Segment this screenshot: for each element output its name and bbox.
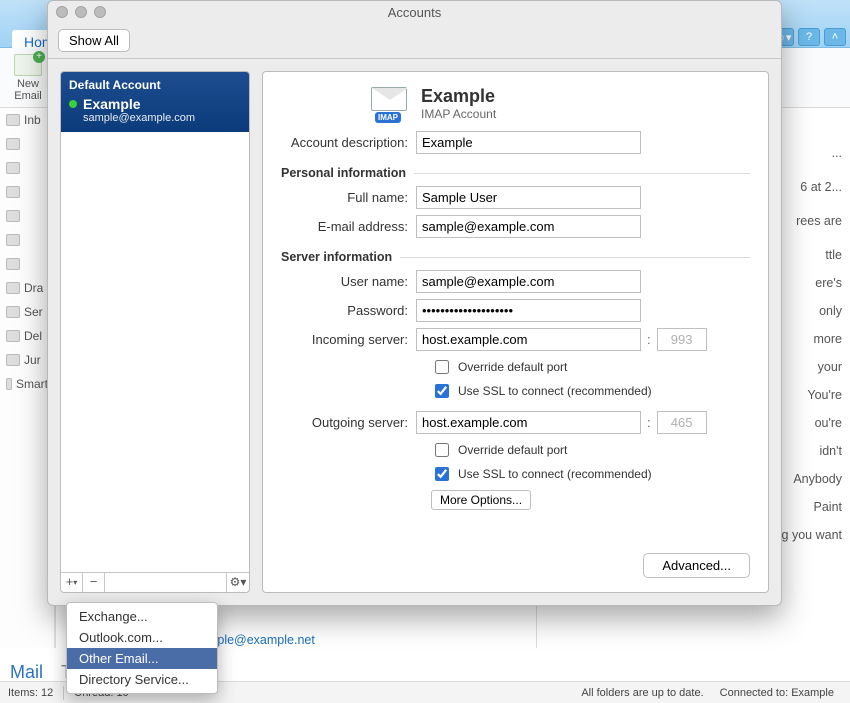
fullname-input[interactable] bbox=[416, 186, 641, 209]
sidebar-folder[interactable] bbox=[0, 156, 54, 180]
folder-icon bbox=[6, 306, 20, 318]
add-account-menu: Exchange...Outlook.com...Other Email...D… bbox=[66, 602, 218, 694]
account-description-input[interactable] bbox=[416, 131, 641, 154]
folder-icon bbox=[6, 378, 12, 390]
sidebar-folder[interactable]: Dra bbox=[0, 276, 54, 300]
new-email-button[interactable]: New Email bbox=[6, 54, 50, 102]
detail-account-type: IMAP Account bbox=[421, 107, 496, 121]
account-actions-spacer bbox=[105, 573, 227, 592]
incoming-ssl-checkbox[interactable] bbox=[435, 384, 449, 398]
help-question-icon[interactable]: ? bbox=[798, 28, 820, 46]
label-description: Account description: bbox=[281, 135, 416, 150]
incoming-override-label: Override default port bbox=[458, 360, 567, 374]
account-name: Example bbox=[83, 96, 195, 112]
folder-icon bbox=[6, 258, 20, 270]
accounts-list: Default Account Example sample@example.c… bbox=[60, 71, 250, 593]
outgoing-ssl-label: Use SSL to connect (recommended) bbox=[458, 467, 652, 481]
sidebar-folder[interactable] bbox=[0, 252, 54, 276]
outgoing-override-checkbox[interactable] bbox=[435, 443, 449, 457]
account-detail-panel: IMAP Example IMAP Account Account descri… bbox=[262, 71, 769, 593]
username-input[interactable] bbox=[416, 270, 641, 293]
folder-icon bbox=[6, 162, 20, 174]
outgoing-override-label: Override default port bbox=[458, 443, 567, 457]
ribbon-help-group: ☺▾ ? ˄ bbox=[772, 28, 846, 46]
more-options-button[interactable]: More Options... bbox=[431, 490, 531, 510]
minimize-button[interactable] bbox=[75, 6, 87, 18]
outgoing-port-input[interactable] bbox=[657, 411, 707, 434]
imap-badge: IMAP bbox=[375, 112, 401, 123]
close-button[interactable] bbox=[56, 6, 68, 18]
status-dot-icon bbox=[69, 100, 77, 108]
status-sync: All folders are up to date. bbox=[581, 687, 703, 699]
outgoing-server-input[interactable] bbox=[416, 411, 641, 434]
folder-icon bbox=[6, 114, 20, 126]
add-account-button[interactable]: +▾ bbox=[61, 573, 83, 592]
sidebar-folder[interactable] bbox=[0, 204, 54, 228]
tab-mail[interactable]: Mail bbox=[10, 662, 43, 683]
sidebar-folder[interactable] bbox=[0, 228, 54, 252]
folder-icon bbox=[6, 282, 20, 294]
outgoing-ssl-checkbox[interactable] bbox=[435, 467, 449, 481]
folder-icon bbox=[6, 186, 20, 198]
window-titlebar: Accounts bbox=[48, 1, 781, 23]
status-items: Items: 12 bbox=[8, 687, 53, 699]
section-server: Server information bbox=[281, 250, 750, 264]
sidebar-folder[interactable] bbox=[0, 180, 54, 204]
folder-icon bbox=[6, 138, 20, 150]
email-input[interactable] bbox=[416, 215, 641, 238]
zoom-button[interactable] bbox=[94, 6, 106, 18]
mail-icon: IMAP bbox=[371, 87, 411, 121]
account-list-empty-area bbox=[61, 132, 249, 572]
show-all-button[interactable]: Show All bbox=[58, 29, 130, 52]
folder-icon bbox=[6, 210, 20, 222]
new-email-icon bbox=[14, 54, 42, 76]
label-username: User name: bbox=[281, 274, 416, 289]
window-toolbar: Show All bbox=[48, 23, 781, 59]
label-password: Password: bbox=[281, 303, 416, 318]
sidebar-folder[interactable]: Del bbox=[0, 324, 54, 348]
sidebar-folder[interactable]: Ser bbox=[0, 300, 54, 324]
detail-header: IMAP Example IMAP Account bbox=[281, 86, 750, 121]
incoming-override-checkbox[interactable] bbox=[435, 360, 449, 374]
folder-icon bbox=[6, 234, 20, 246]
password-input[interactable] bbox=[416, 299, 641, 322]
label-incoming: Incoming server: bbox=[281, 332, 416, 347]
add-account-menu-item[interactable]: Exchange... bbox=[67, 606, 217, 627]
sidebar-folder[interactable]: Inb bbox=[0, 108, 54, 132]
ribbon-collapse-icon[interactable]: ˄ bbox=[824, 28, 846, 46]
add-account-menu-item[interactable]: Other Email... bbox=[67, 648, 217, 669]
status-connection: Connected to: Example bbox=[720, 687, 834, 699]
remove-account-button[interactable]: − bbox=[83, 573, 105, 592]
accounts-window: Accounts Show All Default Account Exampl… bbox=[47, 0, 782, 606]
section-personal: Personal information bbox=[281, 166, 750, 180]
account-email: sample@example.com bbox=[83, 112, 195, 124]
detail-account-name: Example bbox=[421, 86, 496, 107]
label-outgoing: Outgoing server: bbox=[281, 415, 416, 430]
traffic-lights bbox=[56, 6, 106, 18]
account-settings-button[interactable]: ⚙▾ bbox=[227, 573, 249, 592]
folder-icon bbox=[6, 330, 20, 342]
label-fullname: Full name: bbox=[281, 190, 416, 205]
incoming-port-input[interactable] bbox=[657, 328, 707, 351]
account-actions: +▾ − ⚙▾ bbox=[61, 572, 249, 592]
incoming-ssl-label: Use SSL to connect (recommended) bbox=[458, 384, 652, 398]
sidebar-folder[interactable]: Jur bbox=[0, 348, 54, 372]
incoming-server-input[interactable] bbox=[416, 328, 641, 351]
label-email: E-mail address: bbox=[281, 219, 416, 234]
sidebar-folder[interactable] bbox=[0, 132, 54, 156]
sidebar-folder[interactable]: Smart bbox=[0, 372, 54, 396]
add-account-menu-item[interactable]: Outlook.com... bbox=[67, 627, 217, 648]
add-account-menu-item[interactable]: Directory Service... bbox=[67, 669, 217, 690]
window-title: Accounts bbox=[388, 5, 441, 20]
folder-icon bbox=[6, 354, 20, 366]
advanced-button[interactable]: Advanced... bbox=[643, 553, 750, 578]
account-item-selected[interactable]: Default Account Example sample@example.c… bbox=[61, 72, 249, 132]
default-account-label: Default Account bbox=[69, 78, 241, 92]
